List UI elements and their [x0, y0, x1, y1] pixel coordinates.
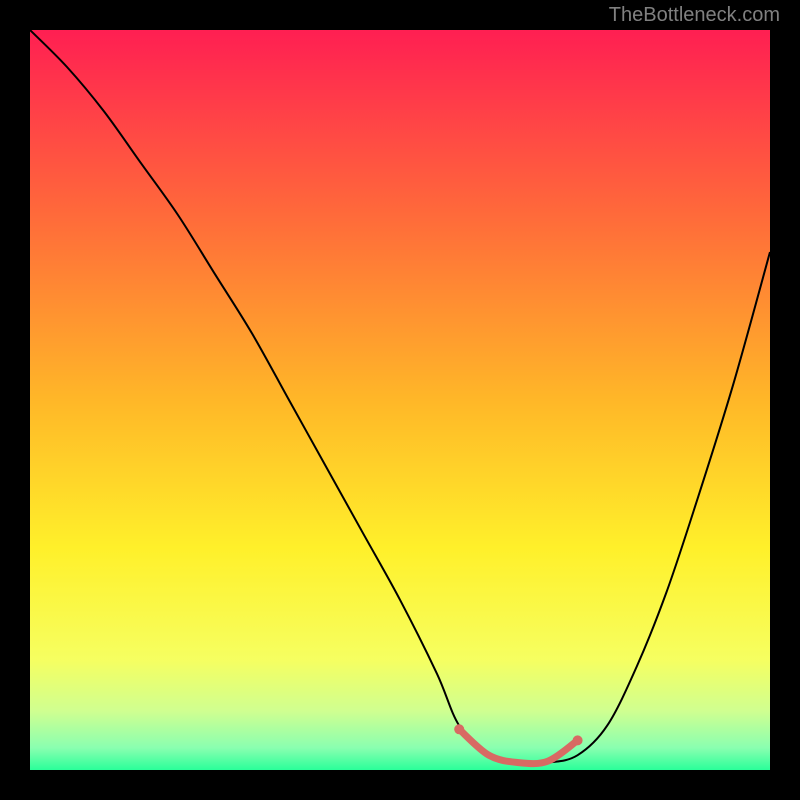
- optimal-range-marker: [30, 30, 770, 770]
- plot-area: [30, 30, 770, 770]
- watermark-text: TheBottleneck.com: [609, 4, 780, 27]
